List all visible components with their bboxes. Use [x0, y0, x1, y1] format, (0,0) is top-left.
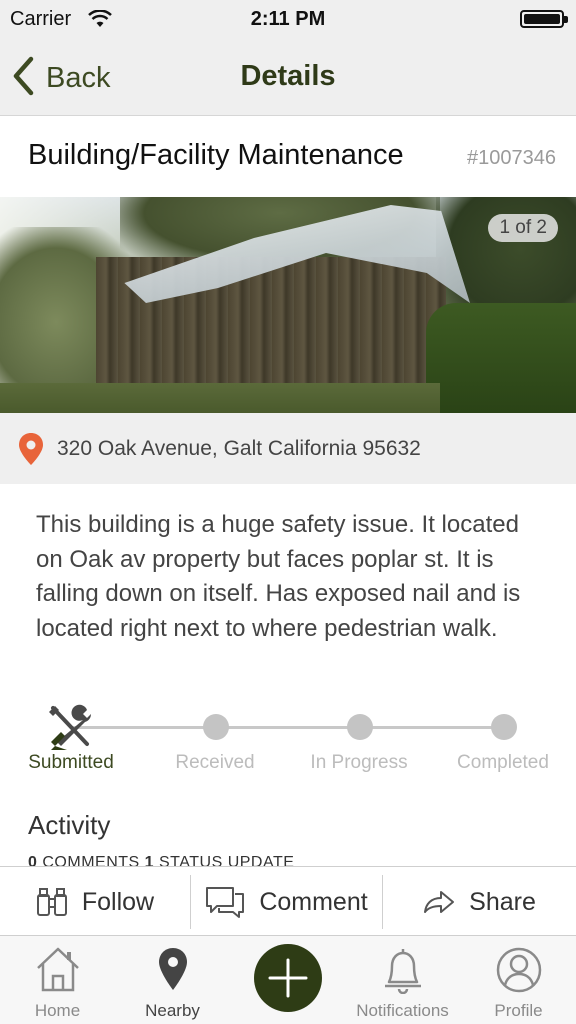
tab-home[interactable]: Home — [0, 936, 115, 1024]
status-label: STATUS UPDATE — [159, 854, 295, 866]
photo-ground — [0, 383, 440, 413]
activity-heading: Activity — [28, 810, 111, 840]
action-bar: Follow Comment Share — [0, 866, 576, 936]
tab-notifications[interactable]: Notifications — [345, 936, 460, 1024]
tab-home-label: Home — [34, 1001, 81, 1020]
issue-description: This building is a huge safety issue. It… — [36, 511, 521, 642]
follow-button[interactable]: Follow — [0, 867, 190, 937]
comments-label: COMMENTS — [42, 854, 140, 866]
share-label: Share — [469, 887, 536, 916]
step-in-progress-label: In Progress — [310, 752, 408, 773]
issue-header: Building/Facility Maintenance #1007346 — [0, 117, 576, 197]
share-arrow-icon — [423, 890, 455, 914]
progress-track — [72, 726, 504, 729]
clock: 2:11 PM — [250, 8, 326, 30]
activity-section: Activity 0 COMMENTS 1 STATUS UPDATE — [28, 810, 550, 866]
step-submitted-label: Submitted — [28, 752, 114, 773]
step-received-dot — [203, 714, 229, 740]
tools-icon — [47, 704, 95, 750]
status-progress: Submitted Received In Progress Completed — [0, 700, 576, 790]
comment-label: Comment — [259, 887, 368, 916]
issue-photo[interactable]: 1 of 2 — [0, 197, 576, 413]
tab-bar: Home Nearby Notifications Profile — [0, 936, 576, 1024]
house-icon — [0, 946, 115, 994]
plus-icon — [268, 958, 308, 998]
navigation-bar: Back Details — [0, 40, 576, 116]
battery-icon — [520, 10, 568, 28]
tab-profile[interactable]: Profile — [461, 936, 576, 1024]
tab-nearby-label: Nearby — [145, 1001, 200, 1020]
share-button[interactable]: Share — [383, 867, 576, 937]
step-completed-label: Completed — [457, 752, 549, 773]
tab-notifications-label: Notifications — [356, 1001, 449, 1020]
activity-summary[interactable]: 0 COMMENTS 1 STATUS UPDATE — [28, 854, 550, 866]
step-completed-dot — [491, 714, 517, 740]
map-pin-icon — [115, 946, 230, 994]
step-received-label: Received — [175, 752, 255, 773]
status-bar: Carrier 2:11 PM — [0, 0, 576, 40]
add-report-button[interactable] — [254, 944, 322, 1012]
comment-button[interactable]: Comment — [191, 867, 382, 937]
speech-bubbles-icon — [205, 886, 245, 918]
person-icon — [461, 946, 576, 994]
issue-category: Building/Facility Maintenance — [28, 139, 404, 171]
issue-address: 320 Oak Avenue, Galt California 95632 — [57, 437, 421, 460]
tab-profile-label: Profile — [494, 1001, 543, 1020]
tab-nearby[interactable]: Nearby — [115, 936, 230, 1024]
binoculars-icon — [36, 887, 68, 917]
issue-id: #1007346 — [467, 147, 556, 169]
photo-hedge — [426, 303, 576, 413]
address-bar[interactable]: 320 Oak Avenue, Galt California 95632 — [0, 413, 576, 484]
photo-counter: 1 of 2 — [488, 214, 558, 242]
status-count: 1 — [144, 854, 155, 866]
bell-icon — [345, 946, 460, 994]
follow-label: Follow — [81, 887, 155, 916]
comments-count: 0 — [28, 854, 38, 866]
page-title: Details — [240, 60, 336, 92]
location-pin-icon — [18, 432, 44, 471]
step-in-progress-dot — [347, 714, 373, 740]
